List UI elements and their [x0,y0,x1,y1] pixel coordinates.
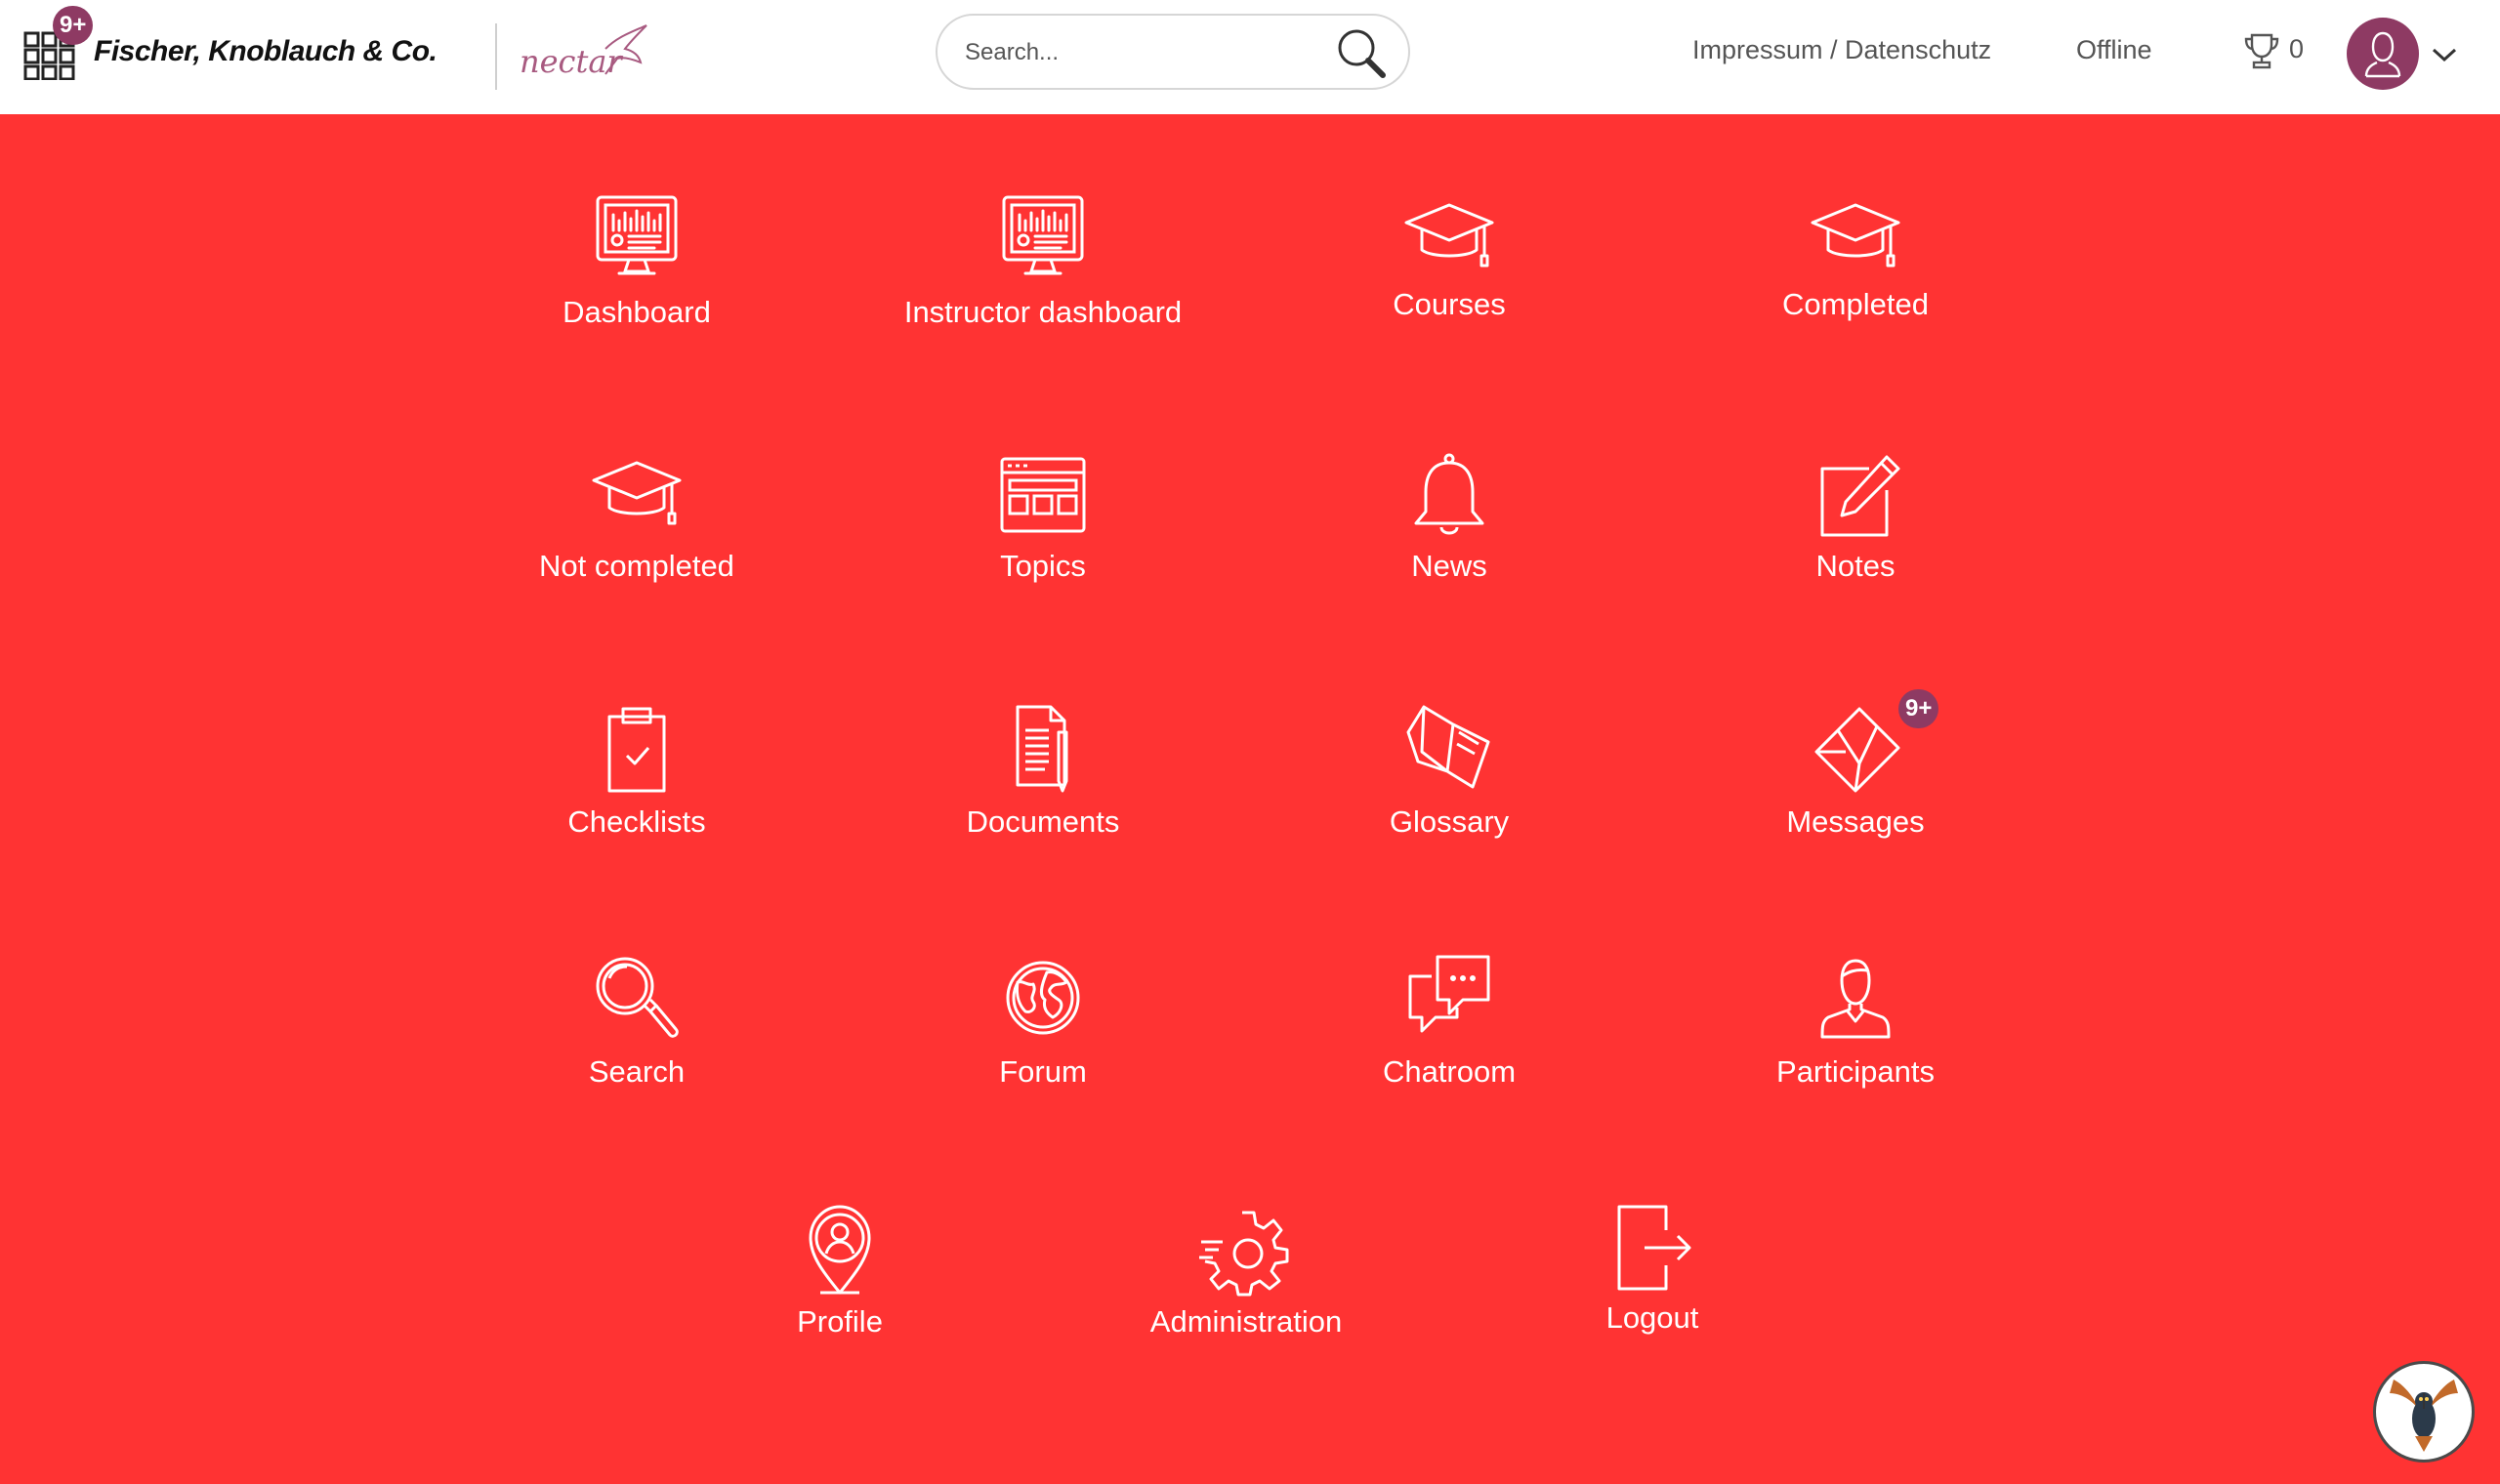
tile-label: Search [588,1054,686,1089]
tile-label: Dashboard [562,295,711,329]
apps-grid-button[interactable]: 9+ [23,6,94,81]
tile-label: Topics [1000,549,1086,583]
tile-profile[interactable]: Profile [664,1203,1016,1359]
person-icon [1809,953,1902,1047]
svg-text:nectar: nectar [520,43,623,80]
tile-chatroom[interactable]: Chatroom [1273,953,1625,1109]
tile-label: Courses [1393,287,1506,321]
chat-bubbles-icon [1402,953,1496,1047]
tile-label: Profile [797,1304,883,1339]
tile-label: Forum [999,1054,1087,1089]
logo-divider [495,23,497,90]
tile-label: Completed [1782,287,1929,321]
pencil-square-icon [1809,451,1902,545]
tile-completed[interactable]: Completed [1680,193,2031,350]
messages-unread-badge: 9+ [1898,689,1939,728]
search-input[interactable] [963,31,1338,74]
tile-label: Glossary [1389,804,1510,839]
tile-label: Not completed [539,549,734,583]
tile-label: Participants [1776,1054,1935,1089]
monitor-chart-icon [996,193,1090,287]
tile-not-completed[interactable]: Not completed [461,451,812,607]
search-icon [1338,29,1386,78]
trophy-icon [2244,33,2279,69]
user-avatar[interactable] [2347,18,2419,90]
search-button[interactable] [1332,23,1391,82]
tile-checklists[interactable]: Checklists [461,703,812,859]
offline-status-link[interactable]: Offline [2076,35,2152,65]
tile-label: News [1411,549,1487,583]
tile-logout[interactable]: Logout [1477,1203,1828,1359]
tile-messages[interactable]: 9+ Messages [1680,689,2031,859]
tile-label: Logout [1605,1300,1699,1335]
company-logo: Fischer, Knoblauch & Co. [94,35,438,67]
chatbot-button[interactable] [2373,1361,2475,1463]
tile-courses[interactable]: Courses [1273,193,1625,350]
apps-notification-badge: 9+ [53,6,94,45]
tile-participants[interactable]: Participants [1680,953,2031,1109]
tile-glossary[interactable]: Glossary [1273,703,1625,859]
tile-label: Messages [1786,804,1925,839]
tile-label: Checklists [567,804,706,839]
header-search [936,14,1410,90]
location-person-icon [793,1203,887,1297]
magnifier-icon [590,953,684,1047]
tile-documents[interactable]: Documents [867,703,1219,859]
nectar-logo: nectar [520,24,647,80]
tile-notes[interactable]: Notes [1680,451,2031,607]
tile-label: Administration [1149,1304,1343,1339]
tile-forum[interactable]: Forum [867,953,1219,1109]
tile-label: Chatroom [1382,1054,1517,1089]
tile-administration[interactable]: Administration [1070,1203,1422,1359]
tile-label: Documents [966,804,1120,839]
tile-label: Notes [1815,549,1896,583]
tile-dashboard[interactable]: Dashboard [461,193,812,350]
tile-news[interactable]: News [1273,451,1625,607]
logout-icon [1605,1203,1699,1297]
browser-grid-icon [996,451,1090,545]
tile-instructor-dashboard[interactable]: Instructor dashboard [867,193,1219,350]
user-icon [2364,31,2401,78]
clipboard-check-icon [590,703,684,797]
envelope-icon [1809,703,1902,797]
document-pen-icon [996,703,1090,797]
hummingbird-icon [2390,1380,2458,1452]
graduation-cap-icon [1402,193,1496,287]
tile-search[interactable]: Search [461,953,812,1109]
globe-icon [996,953,1090,1047]
monitor-chart-icon [590,193,684,287]
imprint-privacy-link[interactable]: Impressum / Datenschutz [1692,35,1991,65]
chevron-down-icon[interactable] [2430,43,2459,66]
gear-icon [1199,1203,1293,1297]
trophy-count: 0 [2289,34,2305,63]
top-bar: 9+ Fischer, Knoblauch & Co. nectar Impre… [0,0,2500,114]
tile-label: Instructor dashboard [903,295,1183,329]
open-book-icon [1402,703,1496,797]
graduation-cap-icon [1809,193,1902,287]
tile-topics[interactable]: Topics [867,451,1219,607]
graduation-cap-icon [590,451,684,545]
bell-icon [1402,451,1496,545]
